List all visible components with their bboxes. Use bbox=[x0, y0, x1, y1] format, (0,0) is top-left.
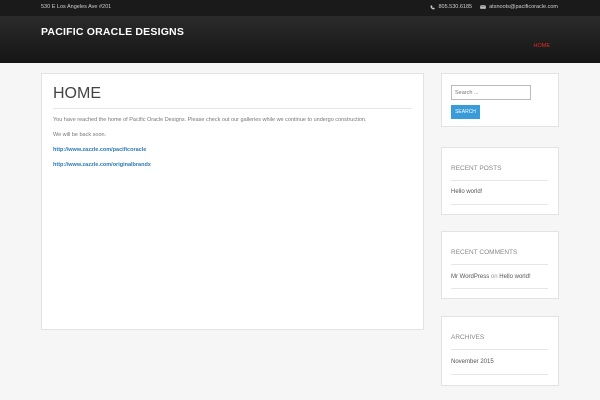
widget-title: RECENT POSTS bbox=[451, 165, 502, 172]
recent-comments-widget: RECENT COMMENTS Mr WordPress on Hello wo… bbox=[441, 231, 559, 299]
recent-posts-widget: RECENT POSTS Hello world! bbox=[441, 147, 559, 215]
link-zazzle-originalbrandx[interactable]: http://www.zazzle.com/originalbrandx bbox=[53, 162, 151, 168]
back-soon-paragraph: We will be back soon. bbox=[53, 132, 107, 138]
recent-post-item[interactable]: Hello world! bbox=[451, 189, 482, 195]
intro-paragraph: You have reached the home of Pacific Ora… bbox=[53, 117, 367, 123]
widget-divider bbox=[451, 374, 548, 375]
link-zazzle-pacificoracle[interactable]: http://www.zazzle.com/pacificoracle bbox=[53, 147, 146, 153]
comment-author-link[interactable]: Mr WordPress bbox=[451, 274, 489, 280]
envelope-icon bbox=[480, 5, 487, 9]
widget-title: RECENT COMMENTS bbox=[451, 249, 518, 256]
widget-divider bbox=[451, 204, 548, 205]
archives-widget: ARCHIVES November 2015 bbox=[441, 316, 559, 386]
title-divider bbox=[53, 108, 412, 109]
phone-icon bbox=[430, 5, 435, 9]
top-bar: 530 E Los Angeles Ave #201 805.530.6185 … bbox=[0, 0, 600, 16]
contact-info: 805.530.6185 atsnoots@pacificoracle.com bbox=[422, 4, 558, 10]
main-content: HOME You have reached the home of Pacifi… bbox=[41, 73, 424, 330]
page-title: HOME bbox=[53, 85, 101, 102]
email-item: atsnoots@pacificoracle.com bbox=[480, 4, 558, 10]
search-widget: SEARCH bbox=[441, 73, 559, 127]
widget-title: ARCHIVES bbox=[451, 334, 485, 341]
widget-divider bbox=[451, 264, 548, 265]
recent-comment-item: Mr WordPress on Hello world! bbox=[451, 274, 531, 280]
email-text[interactable]: atsnoots@pacificoracle.com bbox=[489, 4, 558, 10]
site-title[interactable]: PACIFIC ORACLE DESIGNS bbox=[41, 26, 184, 38]
phone-item: 805.530.6185 bbox=[430, 4, 472, 10]
phone-text: 805.530.6185 bbox=[438, 4, 473, 10]
site-header: PACIFIC ORACLE DESIGNS HOME bbox=[0, 16, 600, 63]
widget-divider bbox=[451, 180, 548, 181]
nav-item-home[interactable]: HOME bbox=[534, 43, 551, 49]
widget-divider bbox=[451, 288, 548, 289]
comment-post-link[interactable]: Hello world! bbox=[499, 274, 530, 280]
address-text: 530 E Los Angeles Ave #201 bbox=[41, 4, 112, 10]
search-input[interactable] bbox=[451, 85, 531, 100]
comment-on-text: on bbox=[490, 274, 498, 280]
archive-item[interactable]: November 2015 bbox=[451, 359, 494, 365]
search-button[interactable]: SEARCH bbox=[451, 105, 480, 119]
widget-divider bbox=[451, 349, 548, 350]
